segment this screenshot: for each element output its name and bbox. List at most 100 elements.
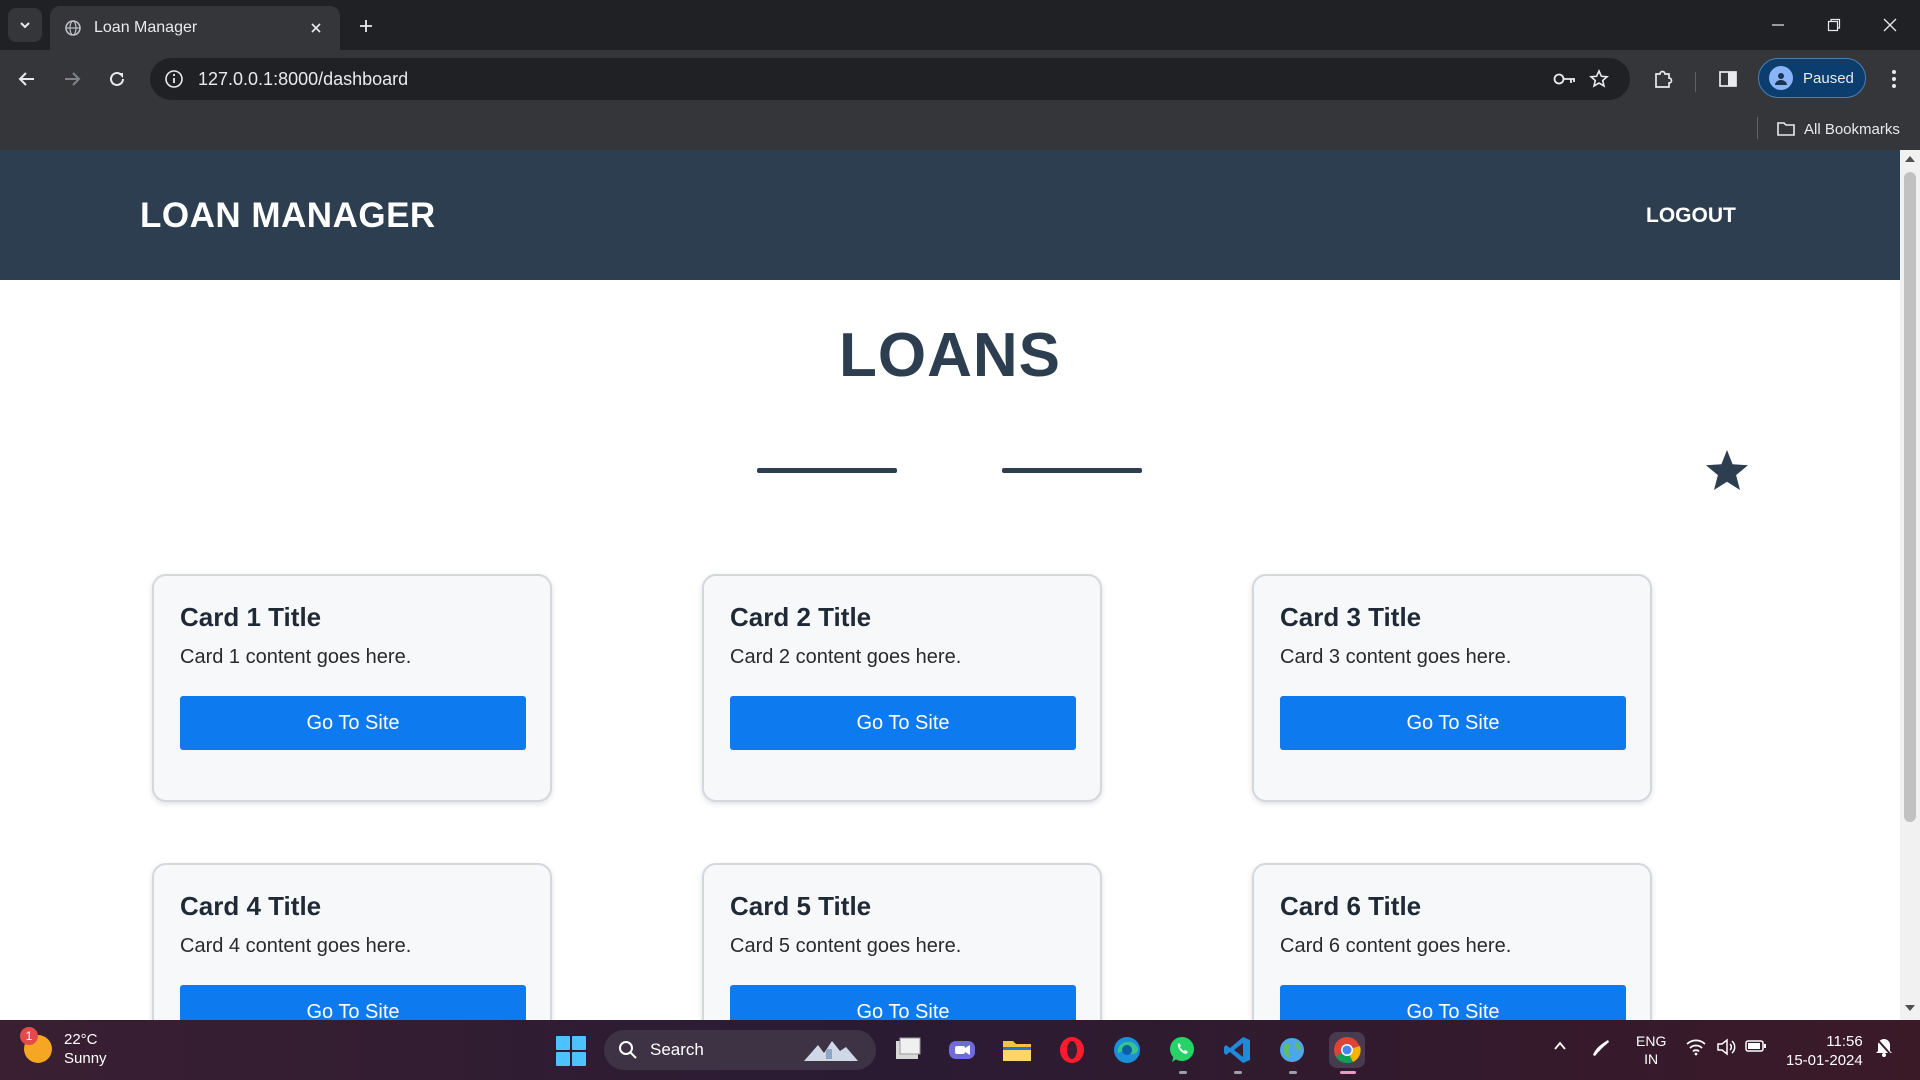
bookmark-star-icon[interactable] (1582, 62, 1616, 96)
go-to-site-button[interactable]: Go To Site (180, 696, 526, 750)
arrow-left-icon (18, 72, 34, 86)
taskbar-search[interactable]: Search (604, 1030, 876, 1070)
notifications-button[interactable] (1874, 1036, 1894, 1058)
loan-card: Card 2 Title Card 2 content goes here. G… (702, 574, 1102, 802)
url-text[interactable]: 127.0.0.1:8000/dashboard (198, 69, 1548, 90)
card-text: Card 3 content goes here. (1280, 646, 1512, 668)
edge-icon (1114, 1037, 1140, 1063)
speaker-icon (1717, 1038, 1736, 1056)
more-vertical-icon (1892, 70, 1896, 88)
restore-button[interactable] (1806, 0, 1862, 50)
close-tab-icon[interactable] (306, 18, 326, 38)
minimize-button[interactable] (1750, 0, 1806, 50)
edge-app[interactable] (1109, 1032, 1145, 1068)
pen-menu-button[interactable] (1590, 1036, 1612, 1058)
site-info-icon[interactable] (164, 69, 184, 89)
start-button[interactable] (556, 1036, 586, 1066)
avatar (1769, 66, 1793, 90)
loan-card: Card 6 Title Card 6 content goes here. G… (1252, 863, 1652, 1020)
globe-app[interactable] (1274, 1032, 1310, 1074)
all-bookmarks-label: All Bookmarks (1804, 120, 1900, 138)
chevron-down-icon (20, 22, 30, 29)
system-clock[interactable]: 11:56 15-01-2024 (1786, 1032, 1863, 1070)
go-to-site-button[interactable]: Go To Site (180, 985, 526, 1020)
go-to-site-button[interactable]: Go To Site (1280, 696, 1626, 750)
clock-date: 15-01-2024 (1786, 1052, 1863, 1069)
vscode-icon (1224, 1037, 1250, 1063)
tab-search-button[interactable] (8, 8, 42, 42)
person-icon (1775, 73, 1787, 85)
card-text: Card 1 content goes here. (180, 646, 412, 668)
weather-description: Sunny (64, 1050, 107, 1067)
back-button[interactable] (10, 62, 44, 96)
loan-card: Card 4 Title Card 4 content goes here. G… (152, 863, 552, 1020)
region-code: IN (1644, 1051, 1659, 1067)
scroll-down-icon[interactable] (1905, 1005, 1915, 1011)
opera-app[interactable] (1054, 1032, 1090, 1068)
site-header: LOAN MANAGER LOGOUT (0, 150, 1900, 280)
site-brand[interactable]: LOAN MANAGER (140, 196, 436, 236)
browser-menu-button[interactable] (1877, 62, 1911, 96)
search-highlight-icon (804, 1041, 858, 1061)
pen-icon (1593, 1040, 1609, 1056)
card-title: Card 5 Title (730, 891, 872, 921)
close-window-button[interactable] (1862, 0, 1918, 50)
new-tab-button[interactable] (352, 12, 380, 40)
extensions-button[interactable] (1646, 62, 1680, 96)
opera-icon (1060, 1037, 1084, 1063)
forward-button[interactable] (55, 62, 89, 96)
weather-widget[interactable]: 1 22°C Sunny (20, 1027, 107, 1068)
whatsapp-icon (1170, 1037, 1194, 1062)
vscode-app[interactable] (1219, 1032, 1255, 1074)
tab-title: Loan Manager (94, 19, 198, 36)
scrollbar-thumb[interactable] (1904, 172, 1916, 822)
show-hidden-icons-button[interactable] (1552, 1038, 1568, 1054)
file-explorer-app[interactable] (999, 1032, 1035, 1068)
whatsapp-app[interactable] (1164, 1032, 1200, 1074)
sun-icon: 1 (20, 1027, 52, 1063)
loan-card: Card 3 Title Card 3 content goes here. G… (1252, 574, 1652, 802)
teams-app[interactable] (944, 1032, 980, 1068)
go-to-site-button[interactable]: Go To Site (1280, 985, 1626, 1020)
star-icon (1706, 450, 1748, 490)
all-bookmarks-button[interactable]: All Bookmarks (1776, 114, 1900, 144)
reload-button[interactable] (100, 62, 134, 96)
go-to-site-button[interactable]: Go To Site (730, 985, 1076, 1020)
side-panel-button[interactable] (1711, 62, 1745, 96)
chevron-up-icon (1554, 1041, 1566, 1050)
go-to-site-button[interactable]: Go To Site (730, 696, 1076, 750)
bookmarks-bar: All Bookmarks (0, 108, 1920, 150)
arrow-right-icon (65, 72, 81, 86)
battery-status[interactable] (1745, 1038, 1767, 1054)
browser-globe-icon (1280, 1038, 1304, 1062)
card-text: Card 5 content goes here. (730, 935, 962, 957)
chrome-app[interactable] (1329, 1032, 1365, 1074)
scroll-up-icon[interactable] (1905, 156, 1915, 162)
restore-icon (1827, 18, 1841, 32)
card-text: Card 2 content goes here. (730, 646, 962, 668)
language-indicator[interactable]: ENG IN (1636, 1032, 1666, 1068)
profile-button[interactable]: Paused (1758, 58, 1866, 98)
page-viewport: LOAN MANAGER LOGOUT LOANS Card 1 Title C… (0, 150, 1900, 1020)
minimize-icon (1772, 24, 1784, 26)
browser-tab-active[interactable]: Loan Manager (50, 6, 340, 50)
page-scrollbar[interactable] (1900, 150, 1920, 1020)
task-view-app[interactable] (890, 1032, 926, 1068)
wifi-status[interactable] (1686, 1038, 1706, 1056)
page-title: LOANS (839, 321, 1061, 390)
divider-line-right (1002, 468, 1142, 473)
side-panel-icon (1719, 71, 1737, 87)
key-icon[interactable] (1548, 62, 1582, 96)
clock-time: 11:56 (1826, 1033, 1863, 1050)
card-text: Card 4 content goes here. (180, 935, 412, 957)
close-icon (1883, 18, 1897, 32)
logout-link[interactable]: LOGOUT (1646, 204, 1736, 228)
address-bar[interactable]: 127.0.0.1:8000/dashboard (150, 58, 1630, 100)
folder-icon (1777, 122, 1795, 136)
plus-icon (360, 20, 372, 32)
volume-status[interactable] (1716, 1038, 1736, 1056)
card-text: Card 6 content goes here. (1280, 935, 1512, 957)
card-title: Card 6 Title (1280, 891, 1422, 921)
notification-badge: 1 (20, 1027, 38, 1045)
language-code: ENG (1636, 1033, 1667, 1049)
